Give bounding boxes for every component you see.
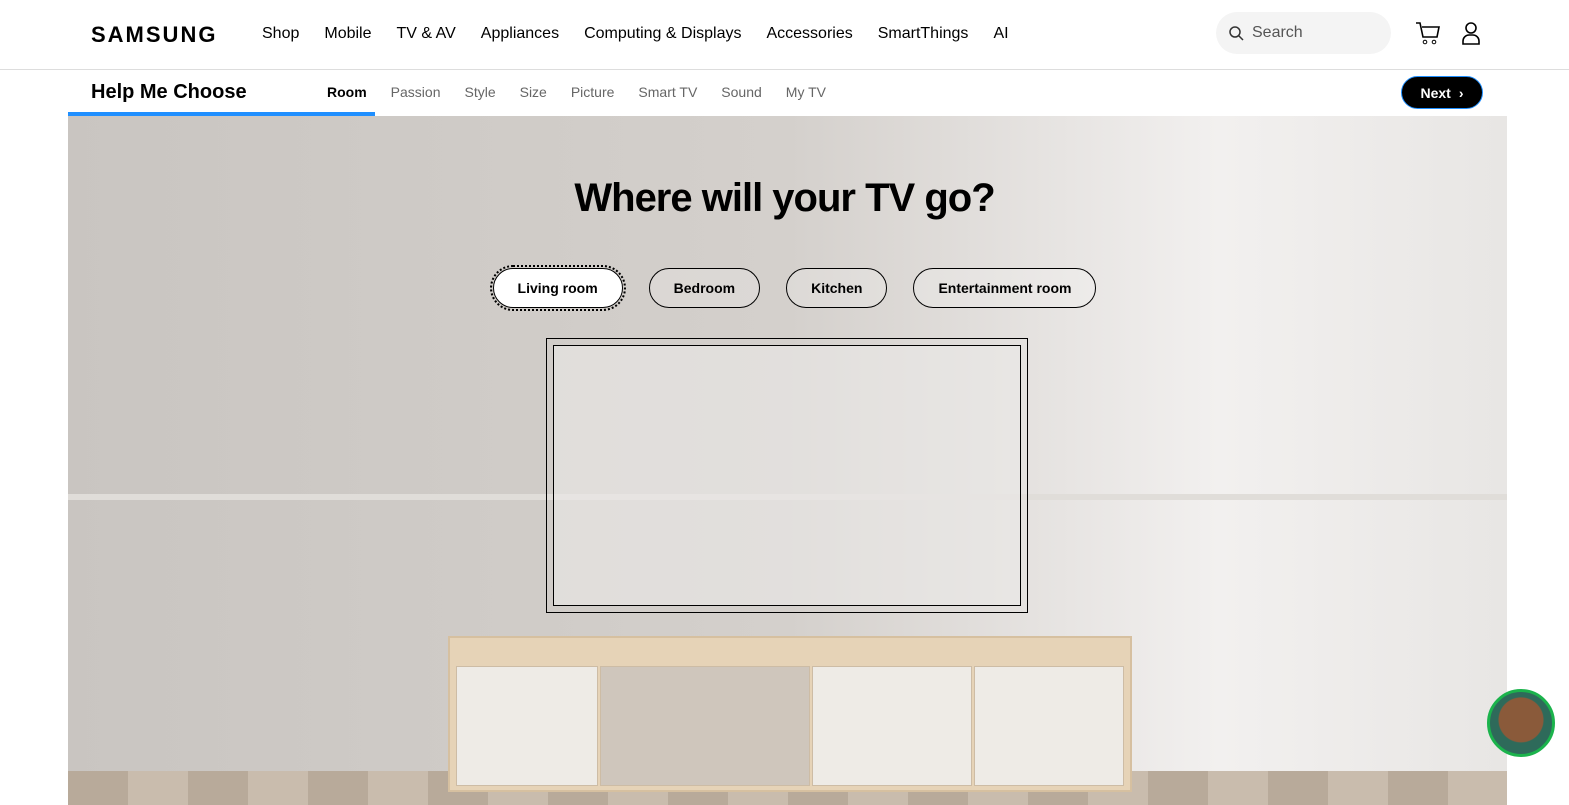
user-icon[interactable] <box>1461 21 1481 45</box>
main-nav: Shop Mobile TV & AV Appliances Computing… <box>262 25 1009 43</box>
nav-ai[interactable]: AI <box>993 25 1008 43</box>
tv-cabinet <box>448 636 1132 792</box>
nav-tv-av[interactable]: TV & AV <box>397 25 456 43</box>
tab-picture[interactable]: Picture <box>571 84 615 100</box>
global-header: SAMSUNG Shop Mobile TV & AV Appliances C… <box>0 0 1569 70</box>
tab-sound[interactable]: Sound <box>721 84 761 100</box>
search-input[interactable]: Search <box>1216 12 1391 54</box>
cart-icon[interactable] <box>1415 21 1441 45</box>
option-living-room[interactable]: Living room <box>489 265 626 311</box>
tab-room[interactable]: Room <box>327 84 367 100</box>
nav-shop[interactable]: Shop <box>262 25 299 43</box>
nav-appliances[interactable]: Appliances <box>481 25 559 43</box>
nav-accessories[interactable]: Accessories <box>766 25 852 43</box>
nav-mobile[interactable]: Mobile <box>324 25 371 43</box>
tab-my-tv[interactable]: My TV <box>786 84 826 100</box>
search-placeholder: Search <box>1252 24 1303 41</box>
option-entertainment-room[interactable]: Entertainment room <box>913 268 1097 308</box>
room-options: Living room Bedroom Kitchen Entertainmen… <box>0 265 1569 311</box>
tab-style[interactable]: Style <box>464 84 495 100</box>
tab-passion[interactable]: Passion <box>391 84 441 100</box>
nav-smartthings[interactable]: SmartThings <box>878 25 969 43</box>
search-icon <box>1229 26 1244 41</box>
chevron-right-icon: › <box>1458 84 1464 101</box>
next-label: Next <box>1420 84 1451 101</box>
tv-outline <box>546 338 1028 613</box>
question-heading: Where will your TV go? <box>574 176 995 220</box>
tab-size[interactable]: Size <box>520 84 547 100</box>
tab-smart-tv[interactable]: Smart TV <box>638 84 697 100</box>
chat-assistant-avatar[interactable] <box>1487 689 1555 757</box>
nav-computing[interactable]: Computing & Displays <box>584 25 741 43</box>
samsung-logo[interactable]: SAMSUNG <box>91 22 217 48</box>
option-bedroom[interactable]: Bedroom <box>648 268 761 308</box>
next-button[interactable]: Next › <box>1401 76 1483 109</box>
step-tabs: Room Passion Style Size Picture Smart TV… <box>327 84 826 100</box>
option-kitchen[interactable]: Kitchen <box>786 268 888 308</box>
